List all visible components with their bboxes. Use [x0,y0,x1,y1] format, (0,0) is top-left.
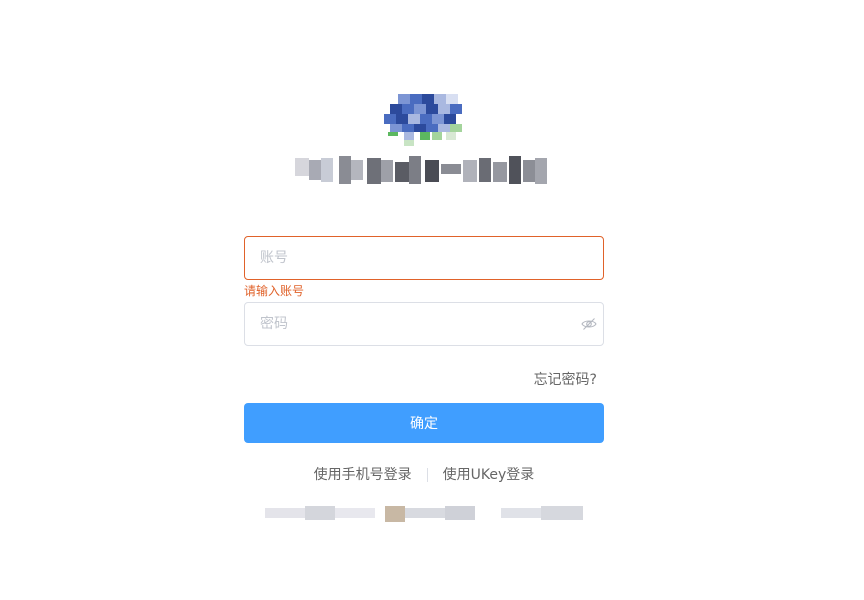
forgot-password-link[interactable]: 忘记密码? [534,369,597,389]
submit-button[interactable]: 确定 [244,403,604,443]
account-input[interactable] [245,237,603,279]
password-field[interactable] [244,302,604,346]
organization-logo-icon [384,92,468,148]
link-divider [426,468,428,482]
password-input[interactable] [245,303,603,345]
organization-name [295,156,549,184]
eye-slash-icon[interactable] [581,316,597,332]
alternative-login-links: 使用手机号登录 使用UKey登录 [244,464,604,484]
account-field[interactable] [244,236,604,280]
account-error-message: 请输入账号 [244,284,305,298]
ukey-login-link[interactable]: 使用UKey登录 [443,467,535,483]
footer-text [265,506,585,522]
phone-login-link[interactable]: 使用手机号登录 [314,467,412,483]
